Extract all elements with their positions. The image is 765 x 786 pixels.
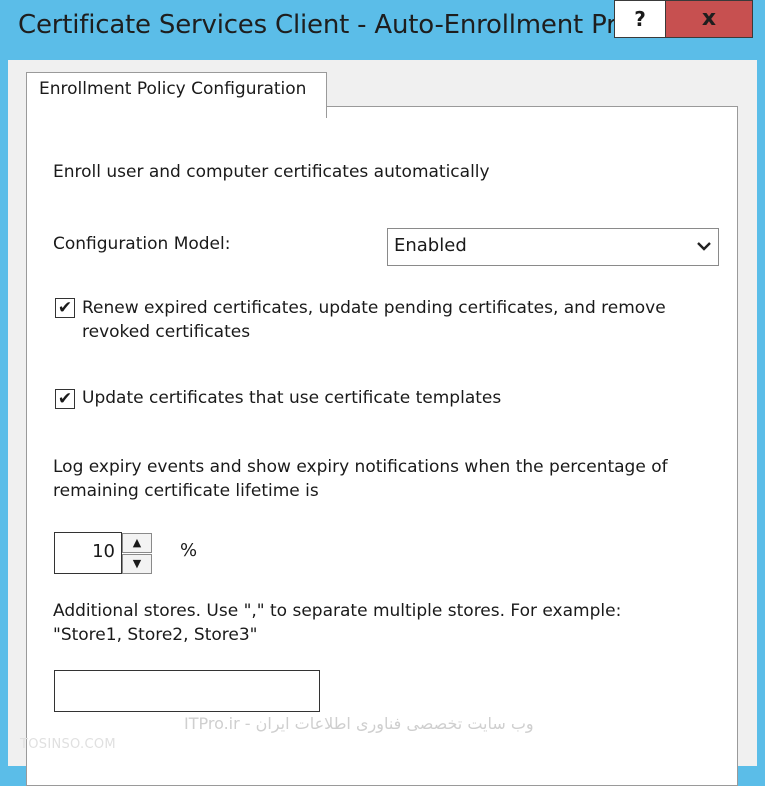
renew-label-line2: revoked certificates (82, 322, 251, 342)
expiry-text-line2: remaining certificate lifetime is (53, 481, 319, 501)
help-button[interactable]: ? (614, 0, 666, 38)
percent-unit-label: % (180, 540, 198, 561)
stores-text-line1: Additional stores. Use "," to separate m… (53, 601, 622, 621)
spin-up-button[interactable]: ▲ (122, 533, 152, 553)
watermark-text: ITPro.ir - وب سایت تخصصی فناوری اطلاعات … (184, 714, 534, 733)
arrow-up-icon: ▲ (132, 536, 142, 549)
watermark-site: TOSINSO.COM (20, 737, 116, 752)
tab-enrollment-policy-configuration[interactable]: Enrollment Policy Configuration (26, 72, 327, 118)
window-title: Certificate Services Client - Auto-Enrol… (18, 10, 639, 40)
configuration-model-select[interactable]: Enabled (387, 228, 719, 266)
title-bar: Certificate Services Client - Auto-Enrol… (0, 0, 765, 60)
expiry-text-line1: Log expiry events and show expiry notifi… (53, 457, 668, 477)
configuration-model-label: Configuration Model: (53, 234, 231, 254)
chevron-down-icon (696, 235, 712, 261)
stores-text-line2: "Store1, Store2, Store3" (53, 625, 258, 645)
intro-text: Enroll user and computer certificates au… (53, 162, 490, 182)
spin-down-button[interactable]: ▼ (122, 554, 152, 574)
update-templates-checkbox[interactable]: ✔ (55, 389, 75, 409)
renew-checkbox[interactable]: ✔ (55, 298, 75, 318)
renew-label-line1: Renew expired certificates, update pendi… (82, 298, 666, 318)
checkmark-icon: ✔ (57, 389, 73, 409)
checkmark-icon: ✔ (57, 298, 73, 318)
arrow-down-icon: ▼ (132, 557, 142, 570)
percentage-input[interactable]: 10 (54, 532, 122, 574)
configuration-model-value: Enabled (394, 235, 467, 256)
update-templates-label: Update certificates that use certificate… (82, 388, 502, 408)
close-button[interactable]: x (666, 0, 753, 38)
additional-stores-input[interactable] (54, 670, 320, 712)
